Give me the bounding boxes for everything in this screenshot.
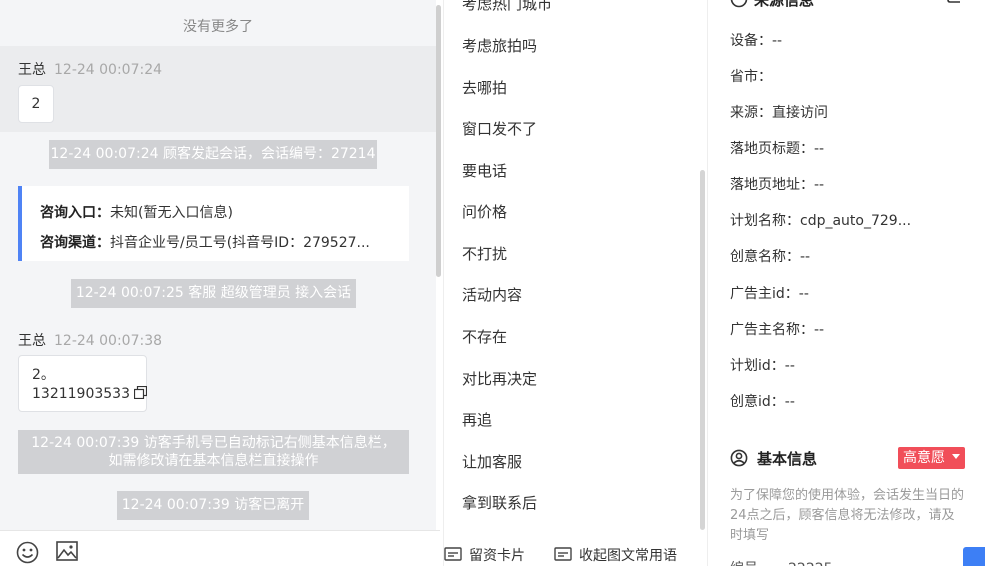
consult-channel-label: 咨询渠道： (40, 235, 110, 251)
quick-reply-item[interactable]: 问价格 (462, 201, 507, 222)
source-info-header: 来源信息 (730, 0, 814, 10)
message-bubble[interactable]: 2 (18, 85, 54, 123)
source-field: 来源：直接访问 (730, 105, 828, 121)
message-text: 2 (31, 96, 41, 112)
quick-reply-item[interactable]: 对比再决定 (462, 368, 537, 389)
landing-title-field: 落地页标题：-- (730, 141, 825, 157)
consult-entry-label: 咨询入口： (40, 205, 110, 221)
basic-info-title: 基本信息 (757, 450, 818, 468)
chat-scrollbar[interactable] (436, 5, 441, 277)
creative-name-field: 创意名称：-- (730, 249, 811, 265)
quick-reply-item[interactable]: 不存在 (462, 326, 507, 347)
edit-icon[interactable] (946, 0, 962, 4)
quick-reply-item[interactable]: 去哪拍 (462, 77, 507, 98)
lead-card-label: 留资卡片 (469, 548, 525, 564)
quick-reply-item[interactable]: 拿到联系后 (462, 492, 537, 513)
partial-id-label: 编号 (730, 561, 758, 566)
source-info-title: 来源信息 (754, 0, 815, 9)
advertiser-name-field: 广告主名称：-- (730, 322, 825, 338)
collapse-phrases-button[interactable]: 收起图文常用语 (554, 545, 677, 565)
quick-reply-item[interactable]: 要电话 (462, 160, 507, 181)
consult-entry-row: 咨询入口：未知(暂无入口信息) (40, 198, 400, 228)
emoji-icon[interactable] (16, 541, 39, 564)
quick-reply-item[interactable]: 窗口发不了 (462, 118, 537, 139)
sender-name: 王总 (18, 333, 46, 349)
collapse-phrases-label: 收起图文常用语 (579, 548, 677, 564)
system-message-notice: 12-24 00:07:39 访客手机号已自动标记右侧基本信息栏， 如需修改请在… (18, 430, 409, 474)
partial-id-field: 编号 22225 (730, 558, 833, 566)
quick-reply-scrollbar[interactable] (700, 170, 705, 530)
edit-deadline-note: 为了保障您的使用体验，会话发生当日的24点之后，顾客信息将无法修改，请及时填写 (730, 488, 965, 543)
user-circle-icon (730, 449, 748, 467)
plan-id-field: 计划id：-- (730, 358, 795, 374)
plan-name-field: 计划名称：cdp_auto_729... (730, 213, 912, 229)
system-message: 12-24 00:07:39 访客已离开 (117, 491, 309, 520)
chat-panel: 没有更多了 王总 12-24 00:07:24 2 12-24 00:07:24 … (0, 0, 436, 530)
province-city-field: 省市： (730, 69, 772, 85)
system-notice-line: 如需修改请在基本信息栏直接操作 (108, 453, 319, 469)
source-icon (730, 0, 748, 8)
quick-reply-item[interactable]: 让加客服 (462, 451, 522, 472)
copy-icon[interactable] (134, 385, 148, 400)
consult-channel-row: 咨询渠道：抖音企业号/员工号(抖音号ID：279527... (40, 228, 400, 258)
quick-reply-item[interactable]: 考虑热门城市 (462, 0, 552, 14)
quick-reply-item[interactable]: 考虑旅拍吗 (462, 35, 537, 56)
lead-card-button[interactable]: 留资卡片 (444, 545, 525, 565)
device-field: 设备：-- (730, 33, 783, 49)
phone-number: 13211903533 (32, 386, 130, 402)
system-notice-line: 12-24 00:07:39 访客手机号已自动标记右侧基本信息栏， (31, 435, 396, 451)
floating-chat-button[interactable] (963, 547, 985, 566)
message-time: 12-24 00:07:24 (54, 62, 163, 78)
quick-reply-item[interactable]: 再追 (462, 409, 492, 430)
message-text: 2。 (32, 367, 55, 383)
system-message: 12-24 00:07:24 顾客发起会话，会话编号：27214 (49, 140, 377, 169)
phrases-icon (554, 547, 572, 561)
consult-entry-value: 未知(暂无入口信息) (110, 205, 233, 221)
partial-id-value: 22225 (788, 561, 833, 566)
quick-reply-panel: 考虑热门城市 考虑旅拍吗 去哪拍 窗口发不了 要电话 问价格 不打扰 活动内容 … (443, 0, 708, 566)
chat-input-toolbar (0, 530, 440, 567)
no-more-text: 没有更多了 (183, 19, 253, 35)
advertiser-id-field: 广告主id：-- (730, 286, 809, 302)
caret-down-icon (952, 454, 961, 459)
basic-info-header: 基本信息 (730, 448, 817, 469)
quick-reply-item[interactable]: 不打扰 (462, 243, 507, 264)
intent-level-dropdown[interactable]: 高意愿 (898, 447, 965, 469)
consult-channel-value: 抖音企业号/员工号(抖音号ID：279527... (110, 235, 370, 251)
message-bubble[interactable]: 2。 13211903533 (18, 355, 148, 412)
landing-url-field: 落地页地址：-- (730, 177, 825, 193)
message-sender: 王总 12-24 00:07:24 (18, 59, 162, 79)
quick-reply-item[interactable]: 活动内容 (462, 284, 522, 305)
system-message: 12-24 00:07:25 客服 超级管理员 接入会话 (71, 279, 356, 308)
message-sender: 王总 12-24 00:07:38 (18, 330, 162, 350)
consult-info-card: 咨询入口：未知(暂无入口信息) 咨询渠道：抖音企业号/员工号(抖音号ID：279… (18, 186, 409, 261)
image-icon[interactable] (56, 541, 78, 561)
message-time: 12-24 00:07:38 (54, 333, 163, 349)
card-icon (444, 547, 462, 561)
visitor-info-panel: 来源信息 设备：-- 省市： 来源：直接访问 落地页标题：-- 落地页地址：--… (707, 0, 985, 566)
sender-name: 王总 (18, 62, 46, 78)
intent-level-label: 高意愿 (903, 450, 945, 466)
creative-id-field: 创意id：-- (730, 394, 795, 410)
phone-number-line: 13211903533 (32, 385, 148, 404)
